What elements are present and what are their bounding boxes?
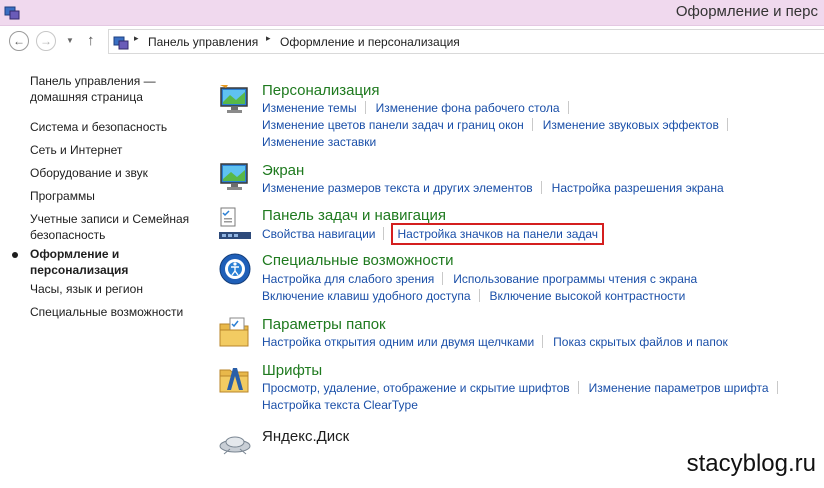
category-title[interactable]: Параметры папок	[262, 316, 386, 334]
task-link-customize-taskbar-icons[interactable]: Настройка значков на панели задач	[391, 223, 605, 245]
breadcrumb-appearance[interactable]: Оформление и персонализация	[280, 35, 460, 49]
left-link-appearance-current[interactable]: Оформление и	[30, 246, 119, 263]
task-row: Настройка текста ClearType	[262, 397, 418, 413]
breadcrumb-separator[interactable]: ▸	[266, 33, 271, 44]
category-title[interactable]: Шрифты	[262, 362, 322, 380]
task-row: Свойства навигации Настройка значков на п…	[262, 223, 605, 245]
yandex-disk-icon	[219, 436, 251, 455]
control-panel-icon	[113, 36, 129, 50]
left-link-clock-language[interactable]: Часы, язык и регион	[30, 281, 143, 298]
category-title[interactable]: Персонализация	[262, 82, 380, 100]
task-row: Настройка для слабого зрения Использовани…	[262, 271, 697, 287]
task-separator	[540, 181, 542, 194]
breadcrumb-separator[interactable]: ▸	[134, 33, 139, 44]
recent-locations-button[interactable]: ▼	[66, 36, 74, 45]
task-separator	[364, 101, 366, 114]
task-separator	[776, 381, 778, 394]
task-row: Изменение заставки	[262, 134, 376, 150]
task-separator	[577, 381, 579, 394]
up-arrow-icon: ↑	[87, 32, 95, 49]
control-panel-icon	[4, 6, 20, 20]
left-link-ease-of-access[interactable]: Специальные возможности	[30, 304, 183, 321]
task-link-cleartype[interactable]: Настройка текста ClearType	[262, 397, 418, 413]
task-link-change-window-colors[interactable]: Изменение цветов панели задач и границ о…	[262, 117, 524, 133]
address-bar[interactable]: ▸ Панель управления ▸ Оформление и персо…	[108, 29, 824, 54]
left-link-network-internet[interactable]: Сеть и Интернет	[30, 142, 122, 159]
left-link-system-security[interactable]: Система и безопасность	[30, 119, 167, 136]
title-bar: Оформление и перс	[0, 0, 824, 26]
breadcrumb-control-panel[interactable]: Панель управления	[148, 35, 258, 49]
task-link-change-desktop-background[interactable]: Изменение фона рабочего стола	[376, 100, 560, 116]
current-section-bullet	[12, 252, 18, 258]
task-link-sticky-keys[interactable]: Включение клавиш удобного доступа	[262, 288, 471, 304]
task-link-change-screensaver[interactable]: Изменение заставки	[262, 134, 376, 150]
category-title[interactable]: Яндекс.Диск	[262, 428, 349, 446]
task-link-change-theme[interactable]: Изменение темы	[262, 100, 357, 116]
window-title: Оформление и перс	[675, 3, 818, 20]
task-row: Изменение размеров текста и других элеме…	[262, 180, 724, 196]
task-separator	[383, 227, 385, 240]
chevron-down-icon: ▼	[66, 36, 74, 45]
forward-arrow-icon: →	[40, 34, 52, 48]
task-link-screen-resolution[interactable]: Настройка разрешения экрана	[552, 180, 724, 196]
task-row: Просмотр, удаление, отображение и скрыти…	[262, 380, 788, 396]
task-link-show-hidden-files[interactable]: Показ скрытых файлов и папок	[553, 334, 728, 350]
left-link-hardware-sound[interactable]: Оборудование и звук	[30, 165, 148, 182]
left-link-user-accounts[interactable]: безопасность	[30, 227, 105, 244]
task-row: Изменение темы Изменение фона рабочего ст…	[262, 100, 579, 116]
task-link-font-settings[interactable]: Изменение параметров шрифта	[589, 380, 769, 396]
folder-options-icon	[219, 317, 249, 347]
task-separator	[531, 118, 533, 131]
left-link-programs[interactable]: Программы	[30, 188, 95, 205]
task-link-change-text-size[interactable]: Изменение размеров текста и других элеме…	[262, 180, 533, 196]
task-separator	[478, 289, 480, 302]
task-separator	[542, 335, 544, 348]
up-button[interactable]: ↑	[87, 32, 95, 49]
task-link-navigation-properties[interactable]: Свойства навигации	[262, 226, 375, 242]
watermark: stacyblog.ru	[686, 450, 816, 477]
task-link-manage-fonts[interactable]: Просмотр, удаление, отображение и скрыти…	[262, 380, 570, 396]
back-button[interactable]: ←	[9, 31, 29, 51]
navigation-bar: ← → ▼ ↑ ▸ Панель управления ▸ Оформление…	[0, 27, 824, 56]
task-separator	[726, 118, 728, 131]
task-row: Настройка открытия одним или двумя щелчк…	[262, 334, 728, 350]
task-row: Включение клавиш удобного доступа Включен…	[262, 288, 685, 304]
left-link-control-panel-home[interactable]: домашняя страница	[30, 89, 143, 106]
taskbar-icon	[219, 207, 251, 239]
task-link-change-sound-effects[interactable]: Изменение звуковых эффектов	[543, 117, 719, 133]
ease-of-access-icon	[219, 253, 251, 285]
category-title[interactable]: Экран	[262, 162, 304, 180]
task-link-screen-reader[interactable]: Использование программы чтения с экрана	[453, 271, 697, 287]
task-row: Изменение цветов панели задач и границ о…	[262, 117, 738, 133]
display-icon	[220, 163, 248, 190]
task-link-single-double-click[interactable]: Настройка открытия одним или двумя щелчк…	[262, 334, 534, 350]
task-link-low-vision[interactable]: Настройка для слабого зрения	[262, 271, 434, 287]
task-separator	[442, 272, 444, 285]
fonts-icon	[219, 368, 249, 393]
left-navigation-pane: Панель управления — домашняя страница Си…	[0, 56, 200, 488]
left-link-user-accounts[interactable]: Учетные записи и Семейная	[30, 211, 189, 228]
left-link-control-panel-home[interactable]: Панель управления —	[30, 73, 156, 90]
category-title[interactable]: Специальные возможности	[262, 252, 454, 270]
personalization-icon	[220, 85, 248, 113]
task-link-high-contrast[interactable]: Включение высокой контрастности	[490, 288, 686, 304]
left-link-appearance-current[interactable]: персонализация	[30, 262, 128, 279]
back-arrow-icon: ←	[13, 34, 25, 48]
task-separator	[567, 101, 569, 114]
category-title[interactable]: Панель задач и навигация	[262, 207, 446, 225]
forward-button[interactable]: →	[36, 31, 56, 51]
